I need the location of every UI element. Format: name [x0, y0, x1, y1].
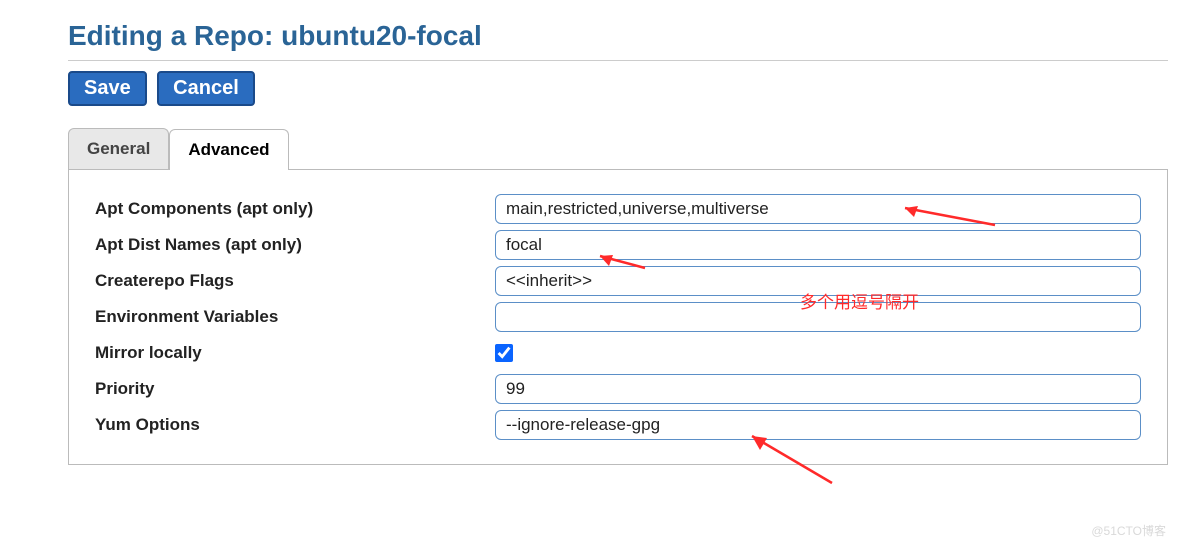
apt-dist-names-input[interactable] [495, 230, 1141, 260]
priority-label: Priority [95, 379, 495, 399]
env-vars-label: Environment Variables [95, 307, 495, 327]
save-button[interactable]: Save [68, 71, 147, 106]
mirror-locally-label: Mirror locally [95, 343, 495, 363]
cancel-button[interactable]: Cancel [157, 71, 255, 106]
watermark: @51CTO博客 [1091, 522, 1166, 539]
mirror-locally-checkbox[interactable] [495, 344, 513, 362]
createrepo-flags-input[interactable] [495, 266, 1141, 296]
action-buttons: Save Cancel [68, 71, 1184, 106]
yum-options-input[interactable] [495, 410, 1141, 440]
createrepo-flags-label: Createrepo Flags [95, 271, 495, 291]
page-title: Editing a Repo: ubuntu20-focal [68, 20, 1184, 52]
title-divider [68, 60, 1168, 61]
tab-general[interactable]: General [68, 128, 169, 169]
advanced-panel: Apt Components (apt only) Apt Dist Names… [68, 170, 1168, 465]
tabs: General Advanced [68, 128, 1168, 170]
tab-advanced[interactable]: Advanced [169, 129, 288, 170]
env-vars-input[interactable] [495, 302, 1141, 332]
apt-components-label: Apt Components (apt only) [95, 199, 495, 219]
apt-dist-names-label: Apt Dist Names (apt only) [95, 235, 495, 255]
apt-components-input[interactable] [495, 194, 1141, 224]
yum-options-label: Yum Options [95, 415, 495, 435]
priority-input[interactable] [495, 374, 1141, 404]
